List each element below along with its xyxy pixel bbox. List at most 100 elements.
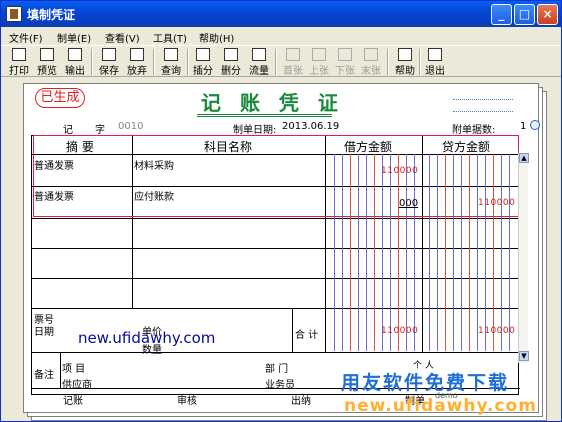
prev-voucher-button[interactable]: 上张 [307, 47, 331, 77]
save-icon [102, 48, 116, 61]
scroll-up-icon[interactable]: ▲ [519, 153, 529, 163]
row-1-debit[interactable]: 110000 [381, 166, 418, 176]
grid-line [32, 248, 520, 249]
voucher-number[interactable]: 0010 [118, 121, 143, 132]
row-2-credit[interactable]: 110000 [478, 198, 515, 208]
date-row-label: 日期 [34, 327, 54, 338]
first-icon [286, 48, 300, 61]
help-icon [398, 48, 412, 61]
export-button[interactable]: 输出 [63, 47, 87, 77]
menu-view[interactable]: 查看(V) [105, 30, 140, 45]
minimize-button[interactable]: _ [491, 4, 512, 25]
voucher-date[interactable]: 2013.06.19 [282, 121, 339, 132]
remark-label: 备注 [34, 370, 54, 381]
scroll-down-icon[interactable]: ▼ [519, 351, 529, 361]
flow-label: 流量 [249, 66, 269, 77]
selected-entries-highlight [33, 135, 519, 217]
next-icon [338, 48, 352, 61]
dotted-line [453, 111, 513, 112]
print-label: 打印 [9, 66, 29, 77]
row-2-summary[interactable]: 普通发票 [34, 188, 74, 203]
row-2-account[interactable]: 应付账款 [134, 188, 174, 203]
menu-tools[interactable]: 工具(T) [153, 30, 187, 45]
dept-label: 部 门 [265, 364, 289, 375]
exit-button[interactable]: 退出 [423, 47, 447, 77]
insert-row-button[interactable]: 插分 [191, 47, 215, 77]
grid-line [32, 278, 520, 279]
toolbar-separator [91, 49, 93, 75]
discard-label: 放弃 [127, 66, 147, 77]
voucher-type[interactable]: 记 [63, 121, 73, 136]
insert-row-icon [196, 48, 210, 61]
grid-line [32, 352, 520, 353]
last-voucher-button[interactable]: 末张 [359, 47, 383, 77]
menu-voucher[interactable]: 制单(E) [57, 30, 91, 45]
watermark-brand: 用友软件免费下载 [341, 372, 510, 394]
watermark-site: new.ufidawhy.com [78, 329, 216, 347]
flow-button[interactable]: 流量 [247, 47, 271, 77]
delete-row-button[interactable]: 删分 [219, 47, 243, 77]
salesman-label: 业务员 [265, 380, 295, 391]
menu-file[interactable]: 文件(F) [9, 30, 43, 45]
help-button[interactable]: 帮助 [393, 47, 417, 77]
voucher-number-label: 字 [95, 125, 105, 136]
row-1-account[interactable]: 材料采购 [134, 157, 174, 172]
project-label: 项 目 [62, 364, 86, 375]
grid-line [32, 308, 520, 309]
toolbar-separator [387, 49, 389, 75]
close-button[interactable]: × [537, 4, 558, 25]
grid-line [292, 308, 293, 352]
preview-icon [40, 48, 54, 61]
insert-row-label: 插分 [193, 66, 213, 77]
attachments-label: 附单据数: [452, 125, 496, 136]
exit-label: 退出 [425, 66, 445, 77]
title-underline [197, 114, 332, 117]
voucher-title: 记 账 凭 证 [201, 91, 344, 115]
delete-row-label: 删分 [221, 66, 241, 77]
title-bar[interactable]: 填制凭证 _ □ × [1, 1, 561, 27]
grid-scrollbar[interactable]: ▲ ▼ [518, 153, 529, 363]
export-icon [68, 48, 82, 61]
printer-icon [12, 48, 26, 61]
menu-bar: 文件(F) 制单(E) 查看(V) 工具(T) 帮助(H) [1, 27, 561, 45]
first-voucher-button[interactable]: 首张 [281, 47, 305, 77]
voucher-window: 填制凭证 _ □ × 文件(F) 制单(E) 查看(V) 工具(T) 帮助(H)… [0, 0, 562, 422]
preview-button[interactable]: 预览 [35, 47, 59, 77]
row-2-debit[interactable]: 000 [399, 198, 418, 209]
search-icon[interactable] [530, 120, 540, 130]
generated-stamp: 已生成 [35, 88, 85, 108]
bookkeep-label: 记账 [63, 396, 83, 407]
toolbar-separator [153, 49, 155, 75]
save-label: 保存 [99, 66, 119, 77]
supplier-label: 供应商 [62, 380, 92, 391]
query-button[interactable]: 查询 [159, 47, 183, 77]
dotted-line [453, 99, 513, 100]
window-title: 填制凭证 [27, 8, 76, 22]
menu-help[interactable]: 帮助(H) [199, 30, 234, 45]
audit-label: 审核 [177, 396, 197, 407]
total-label: 合 计 [295, 330, 319, 341]
last-label: 末张 [361, 66, 381, 77]
query-label: 查询 [161, 66, 181, 77]
grid-line [60, 352, 61, 388]
total-debit: 110000 [381, 326, 419, 336]
save-button[interactable]: 保存 [97, 47, 121, 77]
grid-line [32, 218, 520, 219]
last-icon [364, 48, 378, 61]
toolbar-separator [187, 49, 189, 75]
maximize-button[interactable]: □ [514, 4, 535, 25]
print-button[interactable]: 打印 [7, 47, 31, 77]
flow-icon [252, 48, 266, 61]
row-1-summary[interactable]: 普通发票 [34, 157, 74, 172]
attachments-count[interactable]: 1 [520, 121, 526, 132]
export-label: 输出 [65, 66, 85, 77]
next-voucher-button[interactable]: 下张 [333, 47, 357, 77]
app-icon [6, 6, 22, 22]
next-label: 下张 [335, 66, 355, 77]
discard-button[interactable]: 放弃 [125, 47, 149, 77]
delete-row-icon [224, 48, 238, 61]
prev-icon [312, 48, 326, 61]
first-label: 首张 [283, 66, 303, 77]
toolbar: 打印 预览 输出 保存 放弃 查询 插分 删分 流量 首张 上张 下张 末张 帮… [1, 45, 561, 77]
prev-label: 上张 [309, 66, 329, 77]
